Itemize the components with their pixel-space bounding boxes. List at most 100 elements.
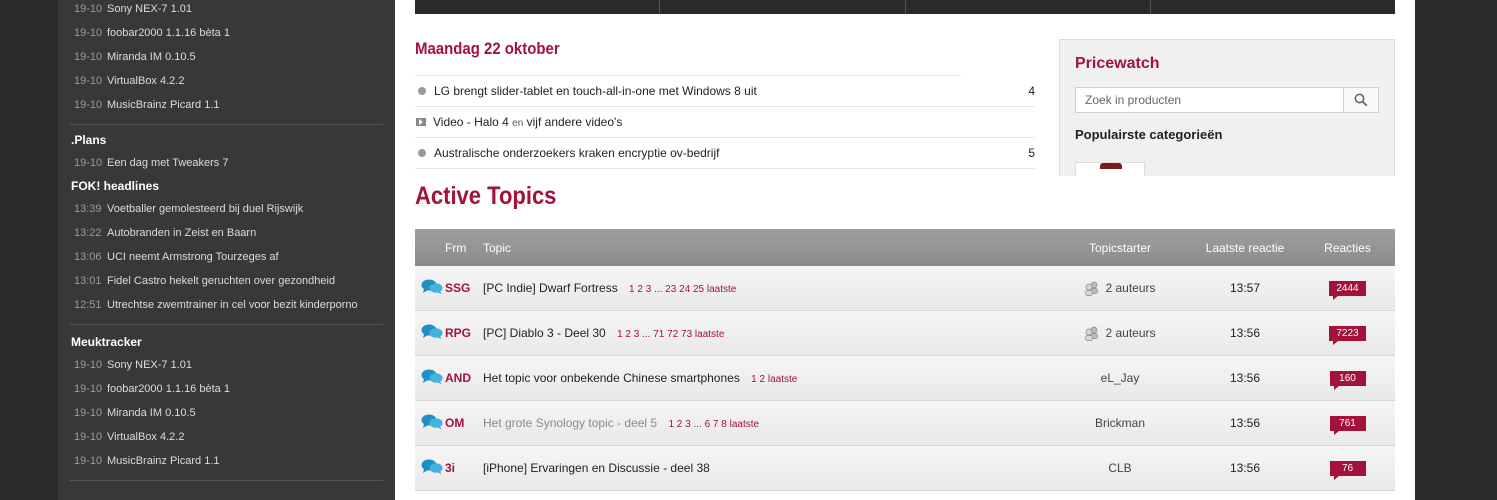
list-item[interactable]: 19-10 Miranda IM 0.10.5 <box>58 45 395 69</box>
nav-tab[interactable] <box>415 0 661 14</box>
popular-categories-heading: Populairste categorieën <box>1075 127 1223 142</box>
news-title-link[interactable]: Video - Halo 4 en vijf andere video's <box>433 115 1015 129</box>
list-item[interactable]: 19-10 VirtualBox 4.2.2 <box>58 69 395 93</box>
list-item[interactable]: 13:01 Fidel Castro hekelt geruchten over … <box>58 269 395 293</box>
page-links[interactable]: 1 2 3 ... 71 72 73 laatste <box>617 329 724 340</box>
topic-status <box>415 324 445 343</box>
list-item[interactable]: 19-10 foobar2000 1.1.16 bèta 1 <box>58 21 395 45</box>
starter-name[interactable]: eL_Jay <box>1101 371 1140 385</box>
item-link[interactable]: Utrechtse zwemtrainer in cel voor bezit … <box>107 299 358 311</box>
table-row[interactable]: OM Het grote Synology topic - deel 5 1 2… <box>415 401 1395 446</box>
forum-code[interactable]: SSG <box>445 281 483 295</box>
topic-link[interactable]: [iPhone] Ervaringen en Discussie - deel … <box>483 461 710 475</box>
bullet-icon <box>418 87 426 95</box>
topic-link[interactable]: Het topic voor onbekende Chinese smartph… <box>483 371 740 385</box>
news-item[interactable]: Australische onderzoekers kraken encrypt… <box>415 138 1035 169</box>
item-link[interactable]: foobar2000 1.1.16 bèta 1 <box>107 383 230 395</box>
comment-count[interactable]: 4 <box>1015 84 1035 98</box>
last-reaction-time[interactable]: 13:57 <box>1190 281 1300 295</box>
reaction-count-badge[interactable]: 2444 <box>1329 281 1366 300</box>
topic-link[interactable]: Het grote Synology topic - deel 5 <box>483 416 657 430</box>
topic-starter[interactable]: 2 auteurs <box>1050 325 1190 341</box>
list-item[interactable]: 13:39 Voetballer gemolesteerd bij duel Ri… <box>58 197 395 221</box>
table-row[interactable]: RPG [PC] Diablo 3 - Deel 30 1 2 3 ... 71… <box>415 311 1395 356</box>
item-date: 19-10 <box>74 157 103 169</box>
last-reaction-time[interactable]: 13:56 <box>1190 326 1300 340</box>
reaction-count-badge[interactable]: 76 <box>1329 461 1366 480</box>
item-link[interactable]: Voetballer gemolesteerd bij duel Rijswij… <box>107 203 303 215</box>
item-link[interactable]: Sony NEX-7 1.01 <box>107 359 192 371</box>
list-item[interactable]: 19-10 Sony NEX-7 1.01 <box>58 353 395 377</box>
starter-name[interactable]: CLB <box>1108 461 1131 475</box>
news-title-link[interactable]: LG brengt slider-tablet en touch-all-in-… <box>434 84 1015 98</box>
plans-heading[interactable]: .Plans <box>58 129 395 151</box>
more-videos-link[interactable]: vijf andere video's <box>527 115 623 129</box>
list-item[interactable]: 13:22 Autobranden in Zeist en Baarn <box>58 221 395 245</box>
last-reaction-time[interactable]: 13:56 <box>1190 371 1300 385</box>
starter-name[interactable]: 2 auteurs <box>1105 326 1155 340</box>
search-button[interactable] <box>1343 88 1378 112</box>
news-item[interactable]: LG brengt slider-tablet en touch-all-in-… <box>415 76 1035 107</box>
item-link[interactable]: foobar2000 1.1.16 bèta 1 <box>107 27 230 39</box>
forum-code[interactable]: AND <box>445 371 483 385</box>
news-title-link[interactable]: Australische onderzoekers kraken encrypt… <box>434 146 1015 160</box>
last-reaction-time[interactable]: 13:56 <box>1190 416 1300 430</box>
topic-link[interactable]: [PC] Diablo 3 - Deel 30 <box>483 326 606 340</box>
last-reaction-time[interactable]: 13:56 <box>1190 461 1300 475</box>
item-link[interactable]: VirtualBox 4.2.2 <box>107 75 184 87</box>
table-row[interactable]: AND Het topic voor onbekende Chinese sma… <box>415 356 1395 401</box>
table-row[interactable]: 3i [iPhone] Ervaringen en Discussie - de… <box>415 446 1395 491</box>
page-links[interactable]: 1 2 3 ... 23 24 25 laatste <box>629 284 736 295</box>
pricewatch-title[interactable]: Pricewatch <box>1075 55 1379 73</box>
reaction-count-badge[interactable]: 761 <box>1329 416 1366 435</box>
chat-bubbles-icon <box>421 459 443 474</box>
item-link[interactable]: MusicBrainz Picard 1.1 <box>107 455 220 467</box>
item-link[interactable]: MusicBrainz Picard 1.1 <box>107 99 220 111</box>
list-item[interactable]: 19-10 VirtualBox 4.2.2 <box>58 425 395 449</box>
topic-starter[interactable]: 2 auteurs <box>1050 280 1190 296</box>
topic-starter[interactable]: eL_Jay <box>1050 371 1190 385</box>
list-item[interactable]: 19-10 Miranda IM 0.10.5 <box>58 401 395 425</box>
item-link[interactable]: UCI neemt Armstrong Tourzeges af <box>107 251 279 263</box>
news-item[interactable]: Video - Halo 4 en vijf andere video's <box>415 107 1035 138</box>
forum-code[interactable]: OM <box>445 416 483 430</box>
item-link[interactable]: Fidel Castro hekelt geruchten over gezon… <box>107 275 335 287</box>
item-link[interactable]: Miranda IM 0.10.5 <box>107 51 196 63</box>
list-item[interactable]: 19-10 foobar2000 1.1.16 bèta 1 <box>58 377 395 401</box>
list-item[interactable]: 19-10 Een dag met Tweakers 7 <box>58 151 395 175</box>
list-item[interactable]: 12:51 Utrechtse zwemtrainer in cel voor b… <box>58 293 395 317</box>
item-link[interactable]: Autobranden in Zeist en Baarn <box>107 227 256 239</box>
nav-tab[interactable] <box>906 0 1151 14</box>
search-input[interactable] <box>1076 88 1343 112</box>
list-item[interactable]: 19-10 MusicBrainz Picard 1.1 <box>58 93 395 117</box>
list-item[interactable]: 13:06 UCI neemt Armstrong Tourzeges af <box>58 245 395 269</box>
list-item[interactable]: 19-10 MusicBrainz Picard 1.1 <box>58 449 395 473</box>
starter-name[interactable]: Brickman <box>1095 416 1145 430</box>
item-link[interactable]: Miranda IM 0.10.5 <box>107 407 196 419</box>
nav-tab[interactable] <box>660 0 906 14</box>
starter-name[interactable]: 2 auteurs <box>1105 281 1155 295</box>
active-topics-table: Frm Topic Topicstarter Laatste reactie R… <box>415 229 1395 491</box>
reaction-count-badge[interactable]: 7223 <box>1329 326 1366 345</box>
reaction-count-badge[interactable]: 160 <box>1329 371 1366 390</box>
comment-count[interactable]: 5 <box>1015 146 1035 160</box>
news-section: Maandag 22 oktober LG brengt slider-tabl… <box>415 38 1035 169</box>
page-links[interactable]: 1 2 3 ... 6 7 8 laatste <box>668 419 759 430</box>
fok-heading[interactable]: FOK! headlines <box>58 175 395 197</box>
topic-link[interactable]: [PC Indie] Dwarf Fortress <box>483 281 618 295</box>
item-date: 19-10 <box>74 27 103 39</box>
meuktracker-heading[interactable]: Meuktracker <box>58 331 395 353</box>
topic-starter[interactable]: Brickman <box>1050 416 1190 430</box>
topic-starter[interactable]: CLB <box>1050 461 1190 475</box>
list-item[interactable]: 19-10 Sony NEX-7 1.01 <box>58 0 395 21</box>
video-title[interactable]: Video - Halo 4 <box>433 115 509 129</box>
nav-tab[interactable] <box>1151 0 1395 14</box>
item-link[interactable]: VirtualBox 4.2.2 <box>107 431 184 443</box>
category-thumbnail[interactable] <box>1075 162 1145 176</box>
table-row[interactable]: SSG [PC Indie] Dwarf Fortress 1 2 3 ... … <box>415 266 1395 311</box>
item-link[interactable]: Een dag met Tweakers 7 <box>107 157 228 169</box>
forum-code[interactable]: 3i <box>445 461 483 475</box>
item-link[interactable]: Sony NEX-7 1.01 <box>107 3 192 15</box>
page-links[interactable]: 1 2 laatste <box>751 374 797 385</box>
forum-code[interactable]: RPG <box>445 326 483 340</box>
